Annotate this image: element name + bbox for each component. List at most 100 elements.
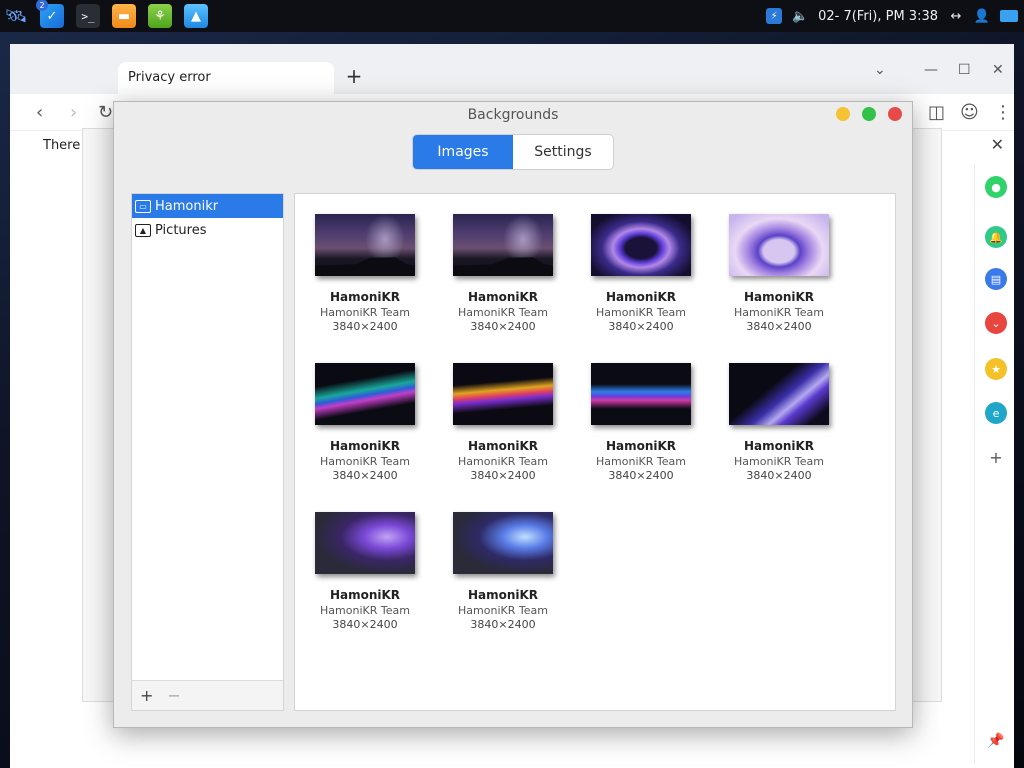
- back-icon[interactable]: ‹: [36, 102, 43, 123]
- battery-icon[interactable]: [1000, 10, 1018, 22]
- wallpaper-thumbnail: [729, 214, 829, 276]
- wallpaper-tile[interactable]: HamoniKR HamoniKR Team 3840×2400: [719, 214, 839, 333]
- tab-list-chevron-icon[interactable]: ⌄: [874, 62, 886, 78]
- wallpaper-tile[interactable]: HamoniKR HamoniKR Team 3840×2400: [305, 512, 425, 631]
- wallpaper-size: 3840×2400: [470, 469, 536, 482]
- source-item-pictures[interactable]: ▲ Pictures: [132, 218, 283, 242]
- network-icon[interactable]: ⚡: [766, 8, 783, 24]
- wallpaper-grid: HamoniKR HamoniKR Team 3840×2400 HamoniK…: [294, 193, 896, 711]
- wallpaper-size: 3840×2400: [608, 469, 674, 482]
- add-source-button[interactable]: +: [140, 686, 153, 705]
- wallpaper-name: HamoniKR: [329, 290, 401, 304]
- menu-icon[interactable]: ⋮: [994, 102, 1012, 123]
- wallpaper-size: 3840×2400: [470, 320, 536, 333]
- browser-sidebar: ● 🔔 ▤ ⌄ ★ e + 📌: [974, 164, 1014, 764]
- wallpaper-name: HamoniKR: [329, 439, 401, 453]
- wallpaper-thumbnail: [729, 363, 829, 425]
- terminal-icon[interactable]: >_: [76, 4, 100, 28]
- image-viewer-icon[interactable]: ▲: [184, 4, 208, 28]
- wallpaper-tile[interactable]: HamoniKR HamoniKR Team 3840×2400: [443, 363, 563, 482]
- tab-title: Privacy error: [128, 70, 211, 85]
- browser-tabstrip: Privacy error + ⌄ — ☐ ✕: [10, 44, 1014, 94]
- wallpaper-name: HamoniKR: [467, 290, 539, 304]
- sidebar-star-icon[interactable]: ★: [985, 358, 1007, 380]
- sidebar-browser-icon[interactable]: e: [985, 402, 1007, 424]
- sidebar-pin-icon[interactable]: 📌: [985, 730, 1007, 752]
- source-item-label: Pictures: [155, 222, 207, 238]
- wallpaper-thumbnail: [315, 363, 415, 425]
- new-tab-button[interactable]: +: [344, 64, 364, 88]
- maximize-dot-icon[interactable]: [862, 107, 876, 121]
- wallpaper-name: HamoniKR: [605, 290, 677, 304]
- browser-tab[interactable]: Privacy error: [118, 62, 334, 94]
- minimize-dot-icon[interactable]: [836, 107, 850, 121]
- wallpaper-author: HamoniKR Team: [320, 604, 410, 617]
- dialog-titlebar[interactable]: Backgrounds: [114, 102, 912, 130]
- bird-icon: ✓: [46, 8, 58, 24]
- wallpaper-size: 3840×2400: [746, 320, 812, 333]
- wallpaper-author: HamoniKR Team: [734, 306, 824, 319]
- wallpaper-tile[interactable]: HamoniKR HamoniKR Team 3840×2400: [443, 512, 563, 631]
- forward-icon[interactable]: ›: [70, 102, 77, 123]
- volume-icon[interactable]: 🔈: [792, 8, 808, 24]
- backgrounds-dialog: Backgrounds Images Settings ▭ Hamonikr ▲…: [113, 101, 913, 728]
- close-dot-icon[interactable]: [888, 107, 902, 121]
- sidebar-pocket-icon[interactable]: ⌄: [985, 312, 1007, 334]
- remove-source-button[interactable]: −: [167, 686, 180, 705]
- wallpaper-author: HamoniKR Team: [596, 455, 686, 468]
- wallpaper-thumbnail: [453, 214, 553, 276]
- monitor-icon: ▭: [135, 199, 151, 213]
- reload-icon[interactable]: ↻: [98, 102, 113, 123]
- satellite-icon[interactable]: 🛰: [4, 4, 28, 28]
- display-switch-icon[interactable]: ↔: [948, 8, 964, 24]
- wallpaper-name: HamoniKR: [743, 290, 815, 304]
- view-switcher: Images Settings: [412, 134, 614, 170]
- wallpaper-thumbnail: [453, 363, 553, 425]
- wallpaper-name: HamoniKR: [743, 439, 815, 453]
- wallpaper-size: 3840×2400: [608, 320, 674, 333]
- sidebar-add-icon[interactable]: +: [985, 446, 1007, 468]
- wallpaper-tile[interactable]: HamoniKR HamoniKR Team 3840×2400: [581, 214, 701, 333]
- source-list: ▭ Hamonikr ▲ Pictures + −: [131, 193, 284, 711]
- tab-images[interactable]: Images: [413, 135, 513, 169]
- wallpaper-tile[interactable]: HamoniKR HamoniKR Team 3840×2400: [719, 363, 839, 482]
- sidebar-circle-icon[interactable]: ●: [985, 176, 1007, 198]
- panel-launchers: 🛰 2 ✓ >_ ▬ ⚘ ▲: [0, 0, 208, 28]
- sidebar-bell-icon[interactable]: 🔔: [985, 226, 1007, 248]
- tab-settings[interactable]: Settings: [513, 135, 613, 169]
- wallpaper-tile[interactable]: HamoniKR HamoniKR Team 3840×2400: [305, 214, 425, 333]
- system-tray: ⚡ 🔈 02- 7(Fri), PM 3:38 ↔ 👤: [766, 0, 1018, 32]
- wallpaper-author: HamoniKR Team: [458, 604, 548, 617]
- wallpaper-thumbnail: [453, 512, 553, 574]
- user-icon[interactable]: 👤: [974, 8, 990, 24]
- wallpaper-thumbnail: [315, 214, 415, 276]
- wallpaper-author: HamoniKR Team: [458, 306, 548, 319]
- files-icon[interactable]: ▬: [112, 4, 136, 28]
- wallpaper-tile[interactable]: HamoniKR HamoniKR Team 3840×2400: [443, 214, 563, 333]
- maximize-icon[interactable]: ☐: [958, 62, 971, 78]
- software-center-icon[interactable]: ⚘: [148, 4, 172, 28]
- wallpaper-tile[interactable]: HamoniKR HamoniKR Team 3840×2400: [581, 363, 701, 482]
- source-item-label: Hamonikr: [155, 198, 219, 214]
- source-item-hamonikr[interactable]: ▭ Hamonikr: [132, 194, 283, 218]
- profile-icon[interactable]: ☺: [960, 102, 979, 123]
- sidebar-briefcase-icon[interactable]: ▤: [985, 268, 1007, 290]
- app-launcher-icon[interactable]: 2 ✓: [36, 0, 64, 28]
- clock[interactable]: 02- 7(Fri), PM 3:38: [818, 9, 938, 24]
- wallpaper-name: HamoniKR: [605, 439, 677, 453]
- wallpaper-author: HamoniKR Team: [596, 306, 686, 319]
- wallpaper-size: 3840×2400: [332, 320, 398, 333]
- image-icon: ▲: [135, 223, 151, 237]
- close-icon[interactable]: ✕: [992, 62, 1004, 78]
- wallpaper-author: HamoniKR Team: [734, 455, 824, 468]
- wallpaper-tile[interactable]: HamoniKR HamoniKR Team 3840×2400: [305, 363, 425, 482]
- wallpaper-size: 3840×2400: [746, 469, 812, 482]
- wallpaper-thumbnail: [591, 363, 691, 425]
- wallpaper-size: 3840×2400: [332, 618, 398, 631]
- infobar-close-icon[interactable]: ✕: [991, 135, 1004, 154]
- wallpaper-thumbnail: [315, 512, 415, 574]
- wallpaper-author: HamoniKR Team: [320, 306, 410, 319]
- minimize-icon[interactable]: —: [924, 62, 938, 78]
- wallpaper-name: HamoniKR: [467, 588, 539, 602]
- split-view-icon[interactable]: ◫: [928, 102, 945, 123]
